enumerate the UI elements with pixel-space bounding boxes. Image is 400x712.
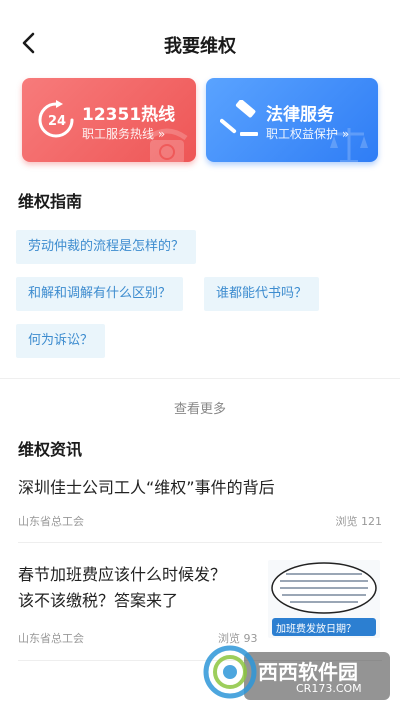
gavel-icon [220, 100, 258, 136]
view-more-link[interactable]: 查看更多 [0, 398, 400, 417]
scales-icon [330, 128, 368, 162]
page-title: 我要维权 [164, 36, 236, 57]
news-title: 深圳佳士公司工人“维权”事件的背后 [18, 478, 275, 497]
page-header: 我要维权 [0, 0, 400, 88]
guide-tag[interactable]: 谁都能代书吗？ [204, 277, 320, 311]
guide-section-title: 维权指南 [18, 192, 83, 211]
news-section-title: 维权资讯 [18, 440, 83, 459]
guide-tag[interactable]: 劳动仲裁的流程是怎样的？ [16, 230, 197, 264]
news-title-line1: 春节加班费应该什么时候发？ [18, 565, 227, 584]
telephone-icon [146, 128, 188, 162]
guide-tag[interactable]: 何为诉讼？ [16, 324, 106, 358]
guide-tag[interactable]: 和解和调解有什么区别？ [16, 277, 184, 311]
news-source: 山东省总工会 [18, 632, 84, 645]
news-source: 山东省总工会 [18, 515, 84, 528]
svg-text:24: 24 [48, 114, 66, 129]
news-thumbnail: 加班费发放日期？ [268, 560, 380, 638]
news-views: 浏览 121 [335, 515, 383, 528]
news-divider [18, 542, 382, 543]
legal-service-card[interactable]: 法律服务 职工权益保护 » [206, 78, 378, 162]
news-title-line2: 该不该缴税？答案来了 [18, 591, 179, 610]
watermark-brand: 西西软件园 [258, 660, 358, 684]
watermark: 西西软件园 CR173.COM [200, 632, 392, 708]
legal-service-title: 法律服务 [266, 105, 334, 125]
watermark-url: CR173.COM [296, 682, 362, 695]
hotline-card[interactable]: 24 12351热线 职工服务热线 » [22, 78, 196, 162]
section-divider [0, 378, 400, 379]
24h-phone-icon: 24 [38, 100, 74, 138]
